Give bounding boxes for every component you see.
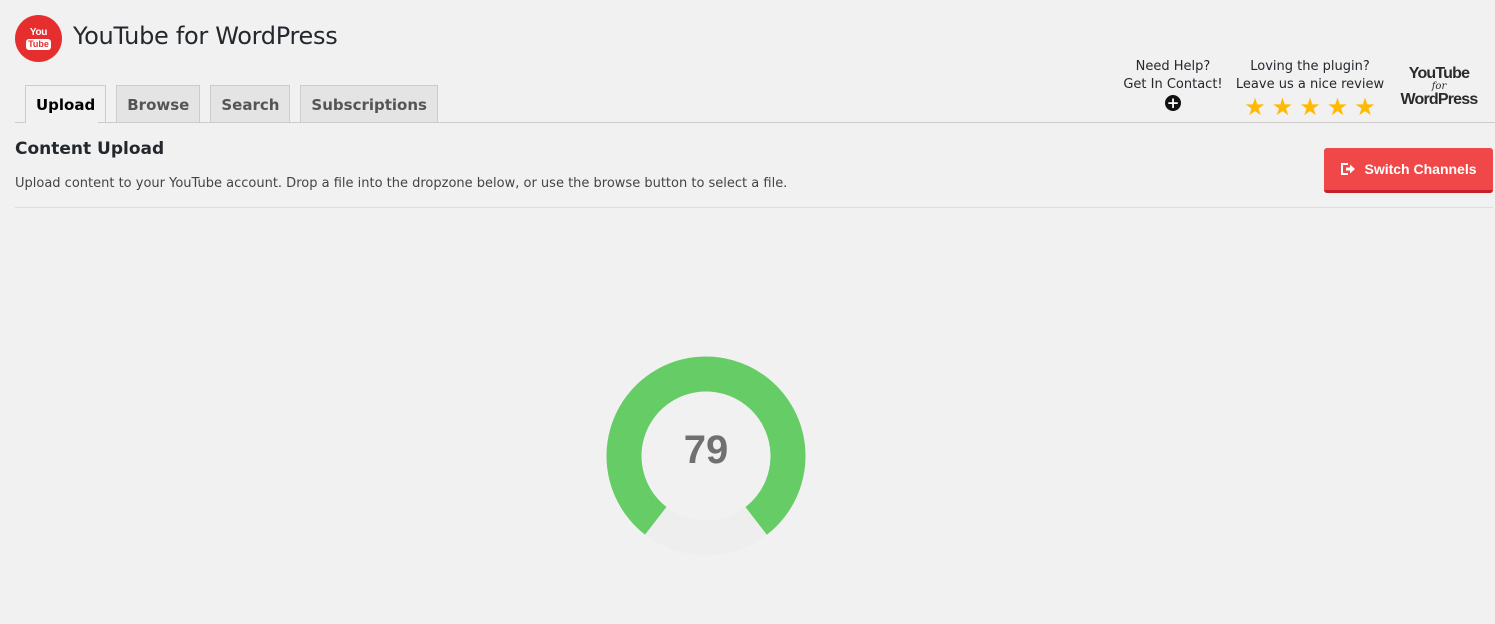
rating-stars[interactable]: ★ ★ ★ ★ ★ <box>1232 93 1388 121</box>
tab-subscriptions[interactable]: Subscriptions <box>300 85 438 123</box>
review-link[interactable]: Loving the plugin? Leave us a nice revie… <box>1232 58 1388 121</box>
switch-channels-button[interactable]: Switch Channels <box>1324 148 1493 193</box>
star-icon: ★ <box>1244 93 1266 121</box>
youtube-logo-icon: You Tube <box>15 15 62 62</box>
section-divider <box>15 207 1493 208</box>
youtube-for-wordpress-logo: YouTube for WordPress <box>1398 66 1480 108</box>
help-text-line2: Get In Contact! <box>1123 77 1223 92</box>
brand-logo-line1: YouTube <box>1408 65 1470 82</box>
tab-search[interactable]: Search <box>210 85 291 123</box>
progress-value: 79 <box>683 428 729 472</box>
brand-logo-line3: WordPress <box>1400 91 1479 108</box>
review-text-line1: Loving the plugin? <box>1250 59 1370 74</box>
sign-out-icon <box>1341 163 1356 175</box>
plus-circle-icon: + <box>1165 94 1181 112</box>
logo-text-you: You <box>29 26 48 38</box>
active-tab-gap <box>26 122 98 123</box>
star-icon: ★ <box>1326 93 1349 121</box>
page: You Tube YouTube for WordPress Upload Br… <box>0 0 1495 624</box>
star-icon: ★ <box>1271 93 1294 121</box>
switch-channels-label: Switch Channels <box>1364 161 1477 177</box>
tab-browse[interactable]: Browse <box>116 85 201 123</box>
tab-divider <box>15 122 1495 123</box>
help-contact-link[interactable]: Need Help? Get In Contact! + <box>1120 58 1226 114</box>
section-title: Content Upload <box>15 139 165 159</box>
star-icon: ★ <box>1299 93 1321 121</box>
help-text-line1: Need Help? <box>1135 59 1211 74</box>
star-icon: ★ <box>1354 93 1376 121</box>
tab-bar: Upload Browse Search Subscriptions <box>25 85 438 123</box>
page-title: YouTube for WordPress <box>73 22 338 50</box>
logo-text-tube: Tube <box>26 38 51 50</box>
tab-upload[interactable]: Upload <box>25 85 107 123</box>
section-description: Upload content to your YouTube account. … <box>15 176 788 191</box>
review-text-line2: Leave us a nice review <box>1235 77 1385 92</box>
